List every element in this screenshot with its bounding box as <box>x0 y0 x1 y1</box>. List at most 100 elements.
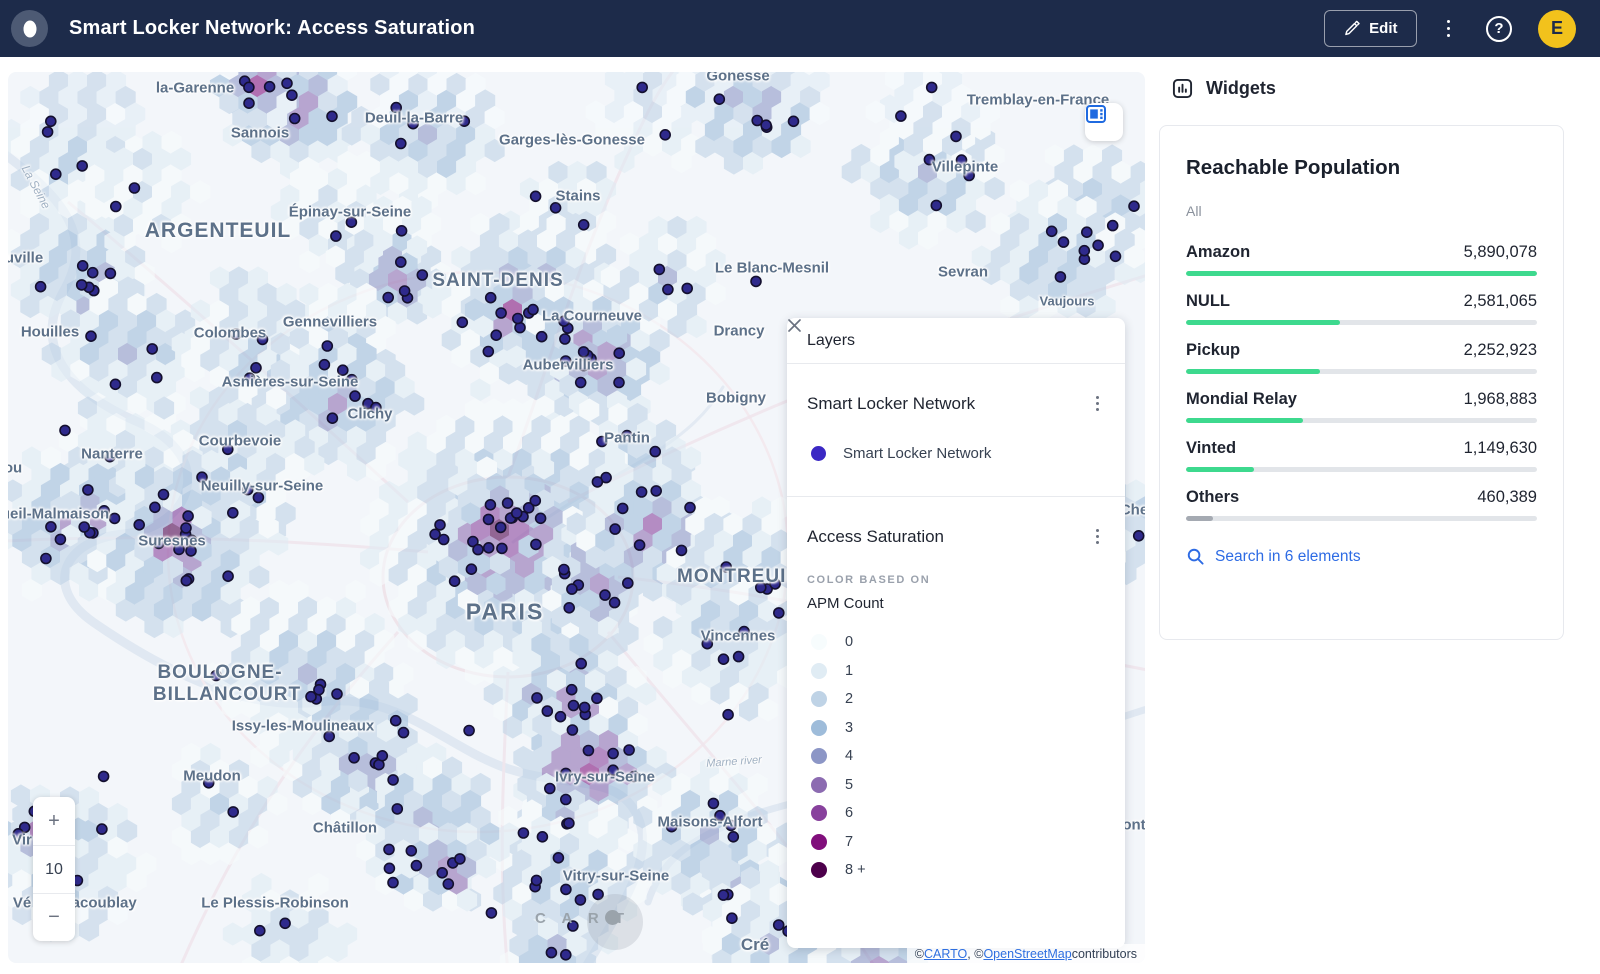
attribution-text: contributors <box>1072 947 1137 961</box>
app-logo-icon[interactable] <box>11 10 48 47</box>
panel-divider <box>787 496 1125 497</box>
apm-legend-row: 6 <box>807 799 1105 828</box>
zoom-in-button[interactable]: + <box>33 797 75 845</box>
apm-legend-label: 7 <box>845 834 853 850</box>
color-based-on-label: COLOR BASED ON <box>807 574 1105 586</box>
attribution-text: , © <box>967 947 983 961</box>
widget-row-value: 5,890,078 <box>1464 243 1537 262</box>
top-header-bar: Smart Locker Network: Access Saturation … <box>0 0 1600 57</box>
apm-legend-label: 8 + <box>845 862 866 878</box>
apm-legend-swatch <box>811 663 827 679</box>
apm-legend-row: 8 + <box>807 856 1105 885</box>
attribution-text: © <box>915 947 924 961</box>
widgets-sidebar: Widgets Reachable Population All Amazon 5… <box>1157 57 1600 974</box>
widgets-header: Widgets <box>1157 57 1600 99</box>
apm-legend-label: 1 <box>845 663 853 679</box>
layers-panel: Layers Smart Locker Network Smart Locker… <box>787 318 1125 948</box>
widget-search-button[interactable]: Search in 6 elements <box>1186 547 1537 566</box>
apm-legend-swatch <box>811 805 827 821</box>
widget-row[interactable]: Pickup 2,252,923 <box>1186 341 1537 374</box>
layer-name: Smart Locker Network <box>807 394 975 414</box>
widget-row-label: Vinted <box>1186 439 1236 458</box>
widget-row[interactable]: NULL 2,581,065 <box>1186 292 1537 325</box>
layer-name: Access Saturation <box>807 527 944 547</box>
map-legend-toggle-button[interactable] <box>1085 103 1123 141</box>
search-icon <box>1186 547 1205 566</box>
widget-row-label: NULL <box>1186 292 1230 311</box>
apm-legend-swatch <box>811 862 827 878</box>
logo-dot-icon <box>23 20 36 37</box>
zoom-out-button[interactable]: − <box>33 893 75 941</box>
layer-item-smart-locker-network: Smart Locker Network <box>807 390 1105 417</box>
widget-row-bar-fill <box>1186 369 1320 374</box>
widget-row-label: Amazon <box>1186 243 1250 262</box>
header-more-options-icon[interactable] <box>1439 12 1459 46</box>
widget-row-bar-fill <box>1186 418 1303 423</box>
apm-legend-row: 5 <box>807 771 1105 800</box>
widget-row-bar-track <box>1186 516 1537 521</box>
apm-legend-row: 4 <box>807 742 1105 771</box>
apm-legend-label: 5 <box>845 777 853 793</box>
close-icon[interactable] <box>1079 328 1105 354</box>
widgets-header-label: Widgets <box>1206 78 1276 99</box>
widget-row-label: Pickup <box>1186 341 1240 360</box>
widget-filter-scope: All <box>1186 203 1537 219</box>
reachable-population-widget: Reachable Population All Amazon 5,890,078… <box>1159 125 1564 640</box>
widget-row[interactable]: Others 460,389 <box>1186 488 1537 521</box>
widgets-icon <box>1172 78 1193 99</box>
apm-legend-row: 2 <box>807 685 1105 714</box>
openstreetmap-link[interactable]: OpenStreetMap <box>983 947 1071 961</box>
widget-row[interactable]: Mondial Relay 1,968,883 <box>1186 390 1537 423</box>
widget-row-bar-fill <box>1186 271 1537 276</box>
help-icon[interactable]: ? <box>1486 16 1512 42</box>
apm-legend-label: 4 <box>845 748 853 764</box>
locker-layer-legend-label: Smart Locker Network <box>843 445 991 462</box>
color-attribute-name: APM Count <box>807 595 1105 612</box>
layer-item-access-saturation: Access Saturation <box>807 523 1105 550</box>
apm-legend-swatch <box>811 691 827 707</box>
apm-legend-label: 2 <box>845 691 853 707</box>
widget-row-value: 460,389 <box>1477 488 1537 507</box>
apm-legend-label: 3 <box>845 720 853 736</box>
widget-row-bar-track <box>1186 320 1537 325</box>
carto-link[interactable]: CARTO <box>924 947 967 961</box>
widget-row-value: 1,968,883 <box>1464 390 1537 409</box>
widget-row[interactable]: Vinted 1,149,630 <box>1186 439 1537 472</box>
edit-button[interactable]: Edit <box>1324 10 1416 47</box>
layer-options-icon[interactable] <box>1090 390 1105 417</box>
widget-row-label: Others <box>1186 488 1239 507</box>
layers-panel-body: Smart Locker Network Smart Locker Networ… <box>787 390 1125 885</box>
user-avatar[interactable]: E <box>1538 10 1576 48</box>
apm-legend-label: 6 <box>845 805 853 821</box>
apm-count-legend: 0 1 2 3 4 5 6 7 8 + <box>807 628 1105 885</box>
widget-title: Reachable Population <box>1186 156 1537 180</box>
apm-legend-row: 7 <box>807 828 1105 857</box>
widget-row-value: 2,252,923 <box>1464 341 1537 360</box>
widget-row-value: 1,149,630 <box>1464 439 1537 458</box>
widget-row-bar-fill <box>1186 467 1254 472</box>
apm-legend-swatch <box>811 720 827 736</box>
edit-button-label: Edit <box>1369 20 1397 37</box>
widget-row-bar-track <box>1186 418 1537 423</box>
widget-row[interactable]: Amazon 5,890,078 <box>1186 243 1537 276</box>
apm-legend-row: 1 <box>807 657 1105 686</box>
locker-layer-swatch <box>811 446 826 461</box>
widget-row-bar-track <box>1186 271 1537 276</box>
layers-panel-title: Layers <box>807 332 855 350</box>
layer-options-icon[interactable] <box>1090 523 1105 550</box>
legend-panel-icon <box>1085 103 1107 125</box>
widget-row-label: Mondial Relay <box>1186 390 1297 409</box>
widget-row-bar-track <box>1186 369 1537 374</box>
locker-layer-legend-item: Smart Locker Network <box>807 445 1105 462</box>
apm-legend-swatch <box>811 777 827 793</box>
pencil-icon <box>1343 20 1360 37</box>
layers-panel-header: Layers <box>787 318 1125 364</box>
widget-row-value: 2,581,065 <box>1464 292 1537 311</box>
app-page: Smart Locker Network: Access Saturation … <box>0 0 1600 974</box>
widget-row-bar-fill <box>1186 320 1340 325</box>
map-canvas[interactable]: la-GarenneSannoisDeuil-la-BarreGarges-lè… <box>8 72 1145 963</box>
apm-legend-swatch <box>811 834 827 850</box>
apm-legend-row: 0 <box>807 628 1105 657</box>
widget-category-rows: Amazon 5,890,078 NULL 2,581,065 Pickup 2,252,… <box>1186 243 1537 521</box>
zoom-level: 10 <box>33 845 75 893</box>
